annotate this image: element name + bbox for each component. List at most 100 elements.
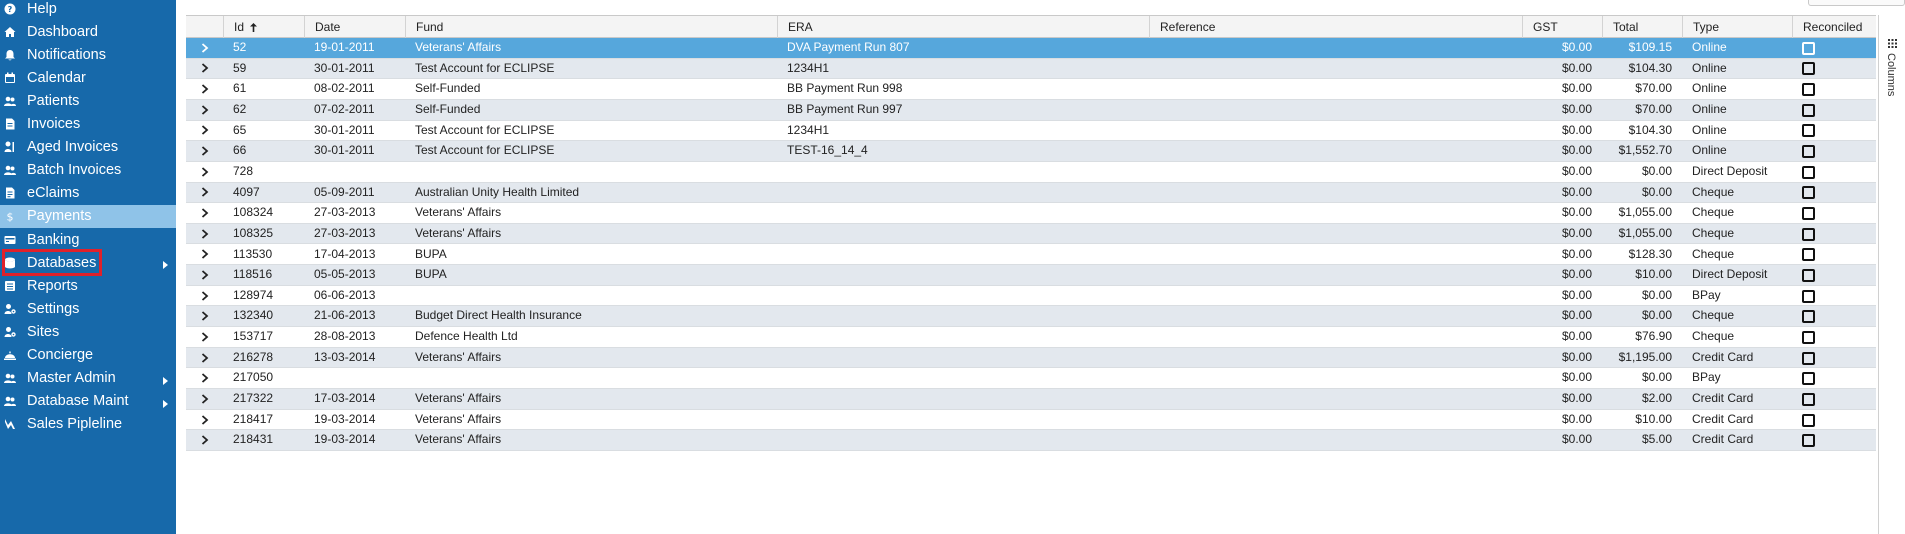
reconciled-checkbox[interactable] (1802, 124, 1815, 138)
expand-row-button[interactable] (186, 162, 223, 182)
sidebar-item-database-maint[interactable]: Database Maint (0, 390, 176, 413)
table-row[interactable]: 61 08-02-2011 Self-Funded BB Payment Run 99… (186, 79, 1876, 100)
reconciled-checkbox[interactable] (1802, 413, 1815, 427)
cell-gst: $0.00 (1561, 287, 1592, 302)
sidebar-item-eclaims[interactable]: eClaims (0, 182, 176, 205)
sidebar-item-patients[interactable]: Patients (0, 89, 176, 112)
expand-row-button[interactable] (186, 348, 223, 368)
expand-row-button[interactable] (186, 265, 223, 285)
cell-era (777, 183, 1149, 203)
expand-row-button[interactable] (186, 100, 223, 120)
table-row[interactable]: 128974 06-06-2013 $0.00 $0.00 BPay (186, 286, 1876, 307)
sidebar-item-sites[interactable]: Sites (0, 320, 176, 343)
table-row[interactable]: 218417 19-03-2014 Veterans' Affairs $0.00 $1… (186, 410, 1876, 431)
reconciled-checkbox[interactable] (1802, 289, 1815, 303)
sidebar-item-notifications[interactable]: Notifications (0, 43, 176, 66)
reconciled-checkbox[interactable] (1802, 165, 1815, 179)
table-row[interactable]: 728 $0.00 $0.00 Direct Deposit (186, 162, 1876, 183)
table-row[interactable]: 66 30-01-2011 Test Account for ECLIPSE TEST… (186, 141, 1876, 162)
table-row[interactable]: 4097 05-09-2011 Australian Unity Health Li… (186, 182, 1876, 204)
reconciled-checkbox[interactable] (1802, 372, 1815, 386)
expand-row-button[interactable] (186, 306, 223, 326)
cell-total: $1,552.70 (1618, 143, 1672, 158)
table-row[interactable]: 113530 17-04-2013 BUPA $0.00 $128.30 Cheque (186, 245, 1876, 266)
sidebar-item-sales-pipleline[interactable]: Sales Pipleline (0, 413, 176, 436)
reconciled-checkbox[interactable] (1802, 145, 1815, 159)
reconciled-checkbox[interactable] (1802, 83, 1815, 97)
reconciled-checkbox[interactable] (1802, 310, 1815, 324)
column-header-era[interactable]: ERA (777, 16, 1149, 38)
table-row[interactable]: 52 19-01-2011 Veterans' Affairs DVA Payment… (186, 38, 1876, 59)
table-row[interactable]: 153717 28-08-2013 Defence Health Ltd $0.00 $… (186, 327, 1876, 348)
table-row[interactable]: 217322 17-03-2014 Veterans' Affairs $0.00 $2… (186, 389, 1876, 410)
column-header-type[interactable]: Type (1682, 16, 1792, 38)
columns-panel-tab[interactable]: Columns (1878, 15, 1905, 534)
sidebar-item-payments[interactable]: $ Payments (0, 204, 176, 228)
sidebar-item-dashboard[interactable]: Dashboard (0, 20, 176, 43)
cell-type: Cheque (1692, 246, 1735, 261)
column-header-id[interactable]: Id (223, 16, 304, 38)
expand-row-button[interactable] (186, 410, 223, 430)
column-header-label: Reconciled (1803, 20, 1863, 34)
table-row[interactable]: 62 07-02-2011 Self-Funded BB Payment Run 99… (186, 99, 1876, 121)
expand-row-button[interactable] (186, 389, 223, 409)
column-header-reconciled[interactable]: Reconciled (1792, 16, 1876, 38)
table-row[interactable]: 108324 27-03-2013 Veterans' Affairs $0.00 $1… (186, 203, 1876, 224)
expand-row-button[interactable] (186, 38, 223, 58)
sidebar-item-aged-invoices[interactable]: Aged Invoices (0, 136, 176, 159)
sidebar-item-invoices[interactable]: Invoices (0, 113, 176, 136)
table-row[interactable]: 216278 13-03-2014 Veterans' Affairs $0.00 $1… (186, 347, 1876, 369)
reconciled-checkbox[interactable] (1802, 41, 1815, 55)
reconciled-checkbox[interactable] (1802, 227, 1815, 241)
expand-row-button[interactable] (186, 327, 223, 347)
reconciled-checkbox[interactable] (1802, 330, 1815, 344)
cell-gst: $0.00 (1561, 391, 1592, 406)
table-row[interactable]: 108325 27-03-2013 Veterans' Affairs $0.00 $1… (186, 223, 1876, 245)
expand-row-button[interactable] (186, 203, 223, 223)
expand-row-button[interactable] (186, 368, 223, 388)
expand-row-button[interactable] (186, 245, 223, 265)
reconciled-checkbox[interactable] (1802, 268, 1815, 282)
sidebar-item-label: Sites (27, 323, 60, 340)
table-row[interactable]: 217050 $0.00 $0.00 BPay (186, 368, 1876, 390)
column-header-date[interactable]: Date (304, 16, 405, 38)
sidebar-item-banking[interactable]: Banking (0, 228, 176, 251)
reconciled-checkbox[interactable] (1802, 186, 1815, 200)
reconciled-checkbox[interactable] (1802, 392, 1815, 406)
table-row[interactable]: 65 30-01-2011 Test Account for ECLIPSE 1234… (186, 121, 1876, 142)
column-header-gst[interactable]: GST (1522, 16, 1602, 38)
reconciled-checkbox[interactable] (1802, 248, 1815, 262)
cell-type: Online (1692, 122, 1727, 137)
cell-id: 128974 (233, 287, 274, 302)
column-header-reference[interactable]: Reference (1149, 16, 1522, 38)
table-row[interactable]: 59 30-01-2011 Test Account for ECLIPSE 1234… (186, 58, 1876, 80)
sidebar-item-help[interactable]: ? Help (0, 0, 176, 20)
expand-row-button[interactable] (186, 59, 223, 79)
table-row[interactable]: 118516 05-05-2013 BUPA $0.00 $10.00 Direct De… (186, 265, 1876, 286)
reconciled-checkbox[interactable] (1802, 103, 1815, 117)
sidebar-item-concierge[interactable]: Concierge (0, 344, 176, 367)
sidebar-item-master-admin[interactable]: Master Admin (0, 367, 176, 390)
table-row[interactable]: 218431 19-03-2014 Veterans' Affairs $0.00 $5… (186, 430, 1876, 451)
reconciled-checkbox[interactable] (1802, 62, 1815, 76)
expand-row-button[interactable] (186, 79, 223, 99)
expand-row-button[interactable] (186, 121, 223, 141)
expand-row-button[interactable] (186, 224, 223, 244)
sidebar-item-databases[interactable]: Databases (0, 251, 176, 274)
reconciled-checkbox[interactable] (1802, 207, 1815, 220)
reconciled-checkbox[interactable] (1802, 351, 1815, 365)
expand-row-button[interactable] (186, 183, 223, 203)
sidebar-item-calendar[interactable]: Calendar (0, 66, 176, 89)
sidebar-item-batch-invoices[interactable]: Batch Invoices (0, 159, 176, 182)
column-header-total[interactable]: Total (1602, 16, 1682, 38)
sidebar-item-reports[interactable]: Reports (0, 274, 176, 297)
cell-fund: Budget Direct Health Insurance (415, 308, 582, 323)
sidebar-item-settings[interactable]: Settings (0, 297, 176, 320)
expand-row-button[interactable] (186, 286, 223, 306)
expand-row-button[interactable] (186, 141, 223, 161)
table-row[interactable]: 132340 21-06-2013 Budget Direct Health Ins… (186, 306, 1876, 328)
cell-era (777, 368, 1149, 388)
expand-row-button[interactable] (186, 430, 223, 450)
column-header-fund[interactable]: Fund (405, 16, 777, 38)
reconciled-checkbox[interactable] (1802, 434, 1815, 448)
